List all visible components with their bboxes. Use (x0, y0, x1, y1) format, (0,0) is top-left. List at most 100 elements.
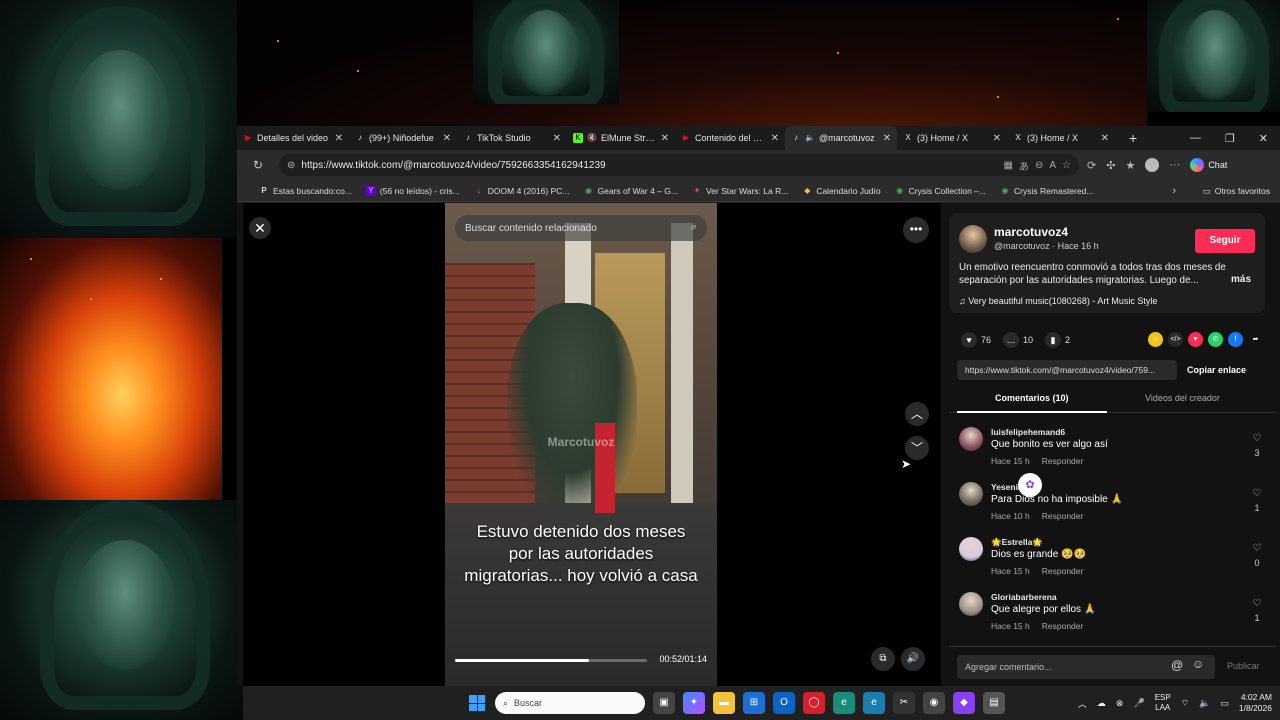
floating-assistant-icon[interactable]: ✿ (1018, 473, 1042, 497)
tab-4[interactable]: ▶ Contenido del cana ✕ (675, 126, 785, 150)
network-tray-icon[interactable]: ⊗ (1116, 698, 1124, 709)
video-link-field[interactable]: https://www.tiktok.com/@marcotuvoz4/vide… (957, 360, 1177, 380)
speaker-icon[interactable]: 🔈 (1199, 698, 1210, 709)
like-action[interactable]: ♥ 76 (961, 332, 991, 348)
copilot-chat-button[interactable]: Chat (1190, 158, 1227, 172)
microphone-icon[interactable]: 🎤 (1133, 698, 1144, 709)
close-window-icon[interactable]: ✕ (1259, 132, 1268, 145)
creator-username[interactable]: marcotuvoz4 (994, 225, 1068, 239)
reply-button[interactable]: Responder (1042, 566, 1084, 576)
close-tab-icon[interactable]: ✕ (335, 133, 343, 144)
related-search-input[interactable]: Buscar contenido relacionado ⌕ (455, 215, 707, 241)
close-tab-icon[interactable]: ✕ (771, 133, 779, 144)
commenter-avatar[interactable] (959, 537, 983, 561)
search-icon[interactable]: ⌕ (691, 221, 697, 234)
video-player[interactable]: Buscar contenido relacionado ⌕ Marcotuvo… (445, 203, 717, 686)
capcut-icon[interactable]: ✂ (893, 692, 915, 714)
other-bookmarks[interactable]: ▭ Otros favoritos (1203, 180, 1270, 202)
bookmark-0[interactable]: P Estas buscando:co... (259, 186, 366, 196)
commenter-name[interactable]: 🌟Estrella🌟 (991, 537, 1043, 548)
publish-button[interactable]: Publicar (1227, 661, 1260, 671)
save-action[interactable]: ▮ 2 (1045, 332, 1070, 348)
bookmark-4[interactable]: ✦ Ver Star Wars: La R... (692, 186, 802, 196)
reply-button[interactable]: Responder (1042, 511, 1084, 521)
close-tab-icon[interactable]: ✕ (883, 133, 891, 144)
copy-link-button[interactable]: Copiar enlace (1187, 365, 1246, 375)
close-tab-icon[interactable]: ✕ (1101, 133, 1109, 144)
copilot-app-icon[interactable]: ✦ (683, 692, 705, 714)
minimize-icon[interactable]: — (1190, 132, 1201, 144)
tab-6[interactable]: X (3) Home / X ✕ (897, 126, 1007, 150)
friend-share-icon[interactable]: ☺ (1148, 332, 1163, 347)
windows-start-icon[interactable] (469, 695, 485, 711)
comment-action[interactable]: … 10 (1003, 332, 1033, 348)
profile-avatar[interactable] (1145, 158, 1160, 172)
share-arrow-icon[interactable]: ➦ (1248, 332, 1263, 347)
progress-bar[interactable] (455, 659, 647, 662)
commenter-name[interactable]: luisfelipehemand6 (991, 427, 1065, 437)
close-tab-icon[interactable]: ✕ (443, 133, 451, 144)
read-aloud-icon[interactable]: A (1049, 160, 1056, 171)
reply-button[interactable]: Responder (1042, 456, 1084, 466)
taskbar-search[interactable]: ⌕ Buscar (495, 692, 645, 714)
tab-0[interactable]: ▶ Detalles del video ✕ (237, 126, 349, 150)
comment-like-icon[interactable]: ♡ (1250, 543, 1264, 554)
file-explorer-icon[interactable]: ▬ (713, 692, 735, 714)
previous-video-button[interactable]: ︿ (905, 402, 929, 426)
edge-beta-icon[interactable]: e (863, 692, 885, 714)
outlook-icon[interactable]: O (773, 692, 795, 714)
reload-icon[interactable]: ↻ (253, 158, 269, 172)
window-app-icon[interactable]: ▤ (983, 692, 1005, 714)
commenter-name[interactable]: Gloriabarberena (991, 592, 1057, 602)
bookmark-6[interactable]: ◉ Crysis Collection –... (895, 186, 1000, 196)
tray-overflow-icon[interactable]: ︿ (1078, 697, 1087, 710)
close-tab-icon[interactable]: ✕ (553, 133, 561, 144)
reply-button[interactable]: Responder (1042, 621, 1084, 631)
tab-2[interactable]: ♪ TikTok Studio ✕ (457, 126, 567, 150)
tab-5-active[interactable]: ♪ 🔈 @marcotuvoz ✕ (785, 126, 897, 150)
comment-like-icon[interactable]: ♡ (1250, 433, 1264, 444)
opera-icon[interactable]: ◯ (803, 692, 825, 714)
bookmark-5[interactable]: ◆ Calendario Judío (802, 186, 894, 196)
close-tab-icon[interactable]: ✕ (661, 133, 669, 144)
more-options-button[interactable]: ••• (903, 217, 929, 243)
close-player-button[interactable]: ✕ (249, 217, 271, 239)
store-icon[interactable]: ⊞ (743, 692, 765, 714)
music-info[interactable]: ♫ Very beautiful music(1080268) - Art Mu… (959, 296, 1157, 306)
bookmark-2[interactable]: ↓ DOOM 4 (2016) PC... (474, 186, 584, 196)
bookmark-1[interactable]: Y (56 no leídos) - cris... (365, 185, 474, 196)
new-tab-button[interactable]: + (1129, 130, 1137, 146)
streaming-app-icon[interactable]: ◆ (953, 692, 975, 714)
tab-7[interactable]: X (3) Home / X ✕ (1007, 126, 1115, 150)
tab-3[interactable]: K 🔇 ElMune Stream ✕ (567, 126, 675, 150)
close-tab-icon[interactable]: ✕ (993, 133, 1001, 144)
more-link[interactable]: más (1231, 274, 1251, 285)
favorites-icon[interactable]: ★ (1125, 159, 1135, 172)
task-view-icon[interactable]: ▣ (653, 692, 675, 714)
mention-icon[interactable]: @ (1171, 658, 1183, 672)
follow-button[interactable]: Seguir (1195, 229, 1255, 253)
clock[interactable]: 4:02 AM 1/8/2026 (1239, 692, 1272, 714)
emoji-icon[interactable]: ☺ (1192, 657, 1204, 671)
tab-creator-videos[interactable]: Videos del creador (1145, 393, 1220, 403)
more-menu-icon[interactable]: ··· (1169, 159, 1180, 171)
maximize-icon[interactable]: ❐ (1225, 132, 1235, 145)
commenter-avatar[interactable] (959, 427, 983, 451)
comment-like-icon[interactable]: ♡ (1250, 598, 1264, 609)
zoom-icon[interactable]: ⊖ (1035, 160, 1043, 171)
cloud-icon[interactable]: ☁ (1097, 698, 1106, 709)
tab-1[interactable]: ♪ (99+) Niñodefue ✕ (349, 126, 457, 150)
comment-like-icon[interactable]: ♡ (1250, 488, 1264, 499)
extensions-icon[interactable]: ✣ (1106, 159, 1115, 172)
embed-icon[interactable]: </> (1168, 332, 1183, 347)
tab-comments[interactable]: Comentarios (10) (995, 393, 1069, 403)
url-field[interactable]: ⊜ https://www.tiktok.com/@marcotuvoz4/vi… (279, 154, 1079, 176)
bookmark-3[interactable]: ◉ Gears of War 4 – G... (583, 186, 691, 196)
language-indicator[interactable]: ESP LAA (1155, 693, 1171, 713)
wifi-icon[interactable]: ⌔ (1181, 698, 1189, 709)
facebook-icon[interactable]: f (1228, 332, 1243, 347)
volume-button[interactable]: 🔊 (901, 647, 925, 671)
bookmarks-overflow-icon[interactable]: › (1172, 180, 1176, 202)
battery-icon[interactable]: ▭ (1220, 698, 1229, 709)
send-icon[interactable]: ▼ (1188, 332, 1203, 347)
